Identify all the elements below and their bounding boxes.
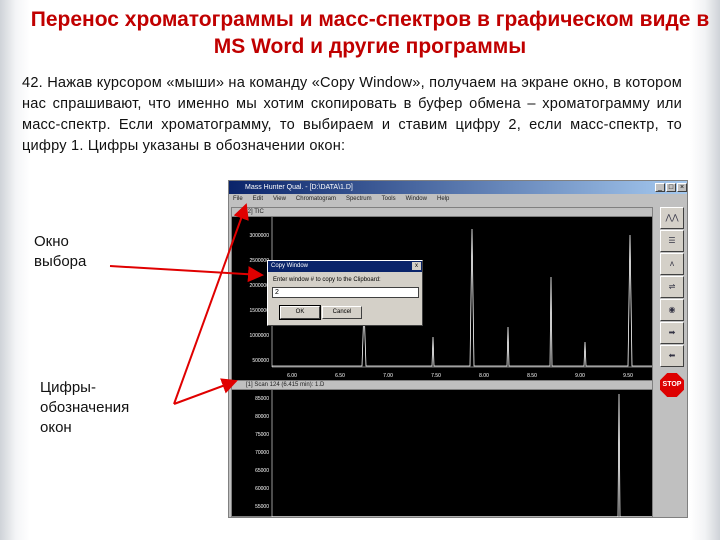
ok-button[interactable]: OK bbox=[279, 305, 321, 320]
chromatogram-x-tick: 7.00 bbox=[383, 373, 393, 379]
menu-chromatogram[interactable]: Chromatogram bbox=[296, 194, 336, 205]
chromatogram-y-tick: 500000 bbox=[252, 358, 269, 364]
slide-title: Перенос хроматограммы и масс-спектров в … bbox=[30, 8, 710, 58]
dialog-title: Copy Window x bbox=[268, 261, 422, 272]
dialog-title-text: Copy Window bbox=[271, 263, 309, 269]
copy-window-dialog: Copy Window x Enter window # to copy to … bbox=[267, 260, 423, 326]
spectrum-y-tick: 80000 bbox=[255, 414, 269, 420]
label-digits-line2: обозначения bbox=[40, 399, 130, 416]
label-window-digits: Цифры- обозначения окон bbox=[40, 378, 129, 438]
spectrum-y-tick: 70000 bbox=[255, 450, 269, 456]
dialog-close-icon[interactable]: x bbox=[412, 262, 421, 270]
chromatogram-window[interactable]: [2] TIC 3000000 2500000 2000000 1500000 1000… bbox=[231, 207, 653, 382]
app-menubar: File Edit View Chromatogram Spectrum Too… bbox=[229, 194, 687, 205]
tool-peak-icon[interactable]: ʌ bbox=[660, 253, 684, 275]
chromatogram-x-tick: 9.50 bbox=[623, 373, 633, 379]
menu-window[interactable]: Window bbox=[406, 194, 427, 205]
menu-spectrum[interactable]: Spectrum bbox=[346, 194, 372, 205]
minimize-icon[interactable]: _ bbox=[655, 183, 665, 192]
maximize-icon[interactable]: □ bbox=[666, 183, 676, 192]
tool-library-icon[interactable]: ◉ bbox=[660, 299, 684, 321]
cancel-button[interactable]: Cancel bbox=[322, 306, 362, 319]
chromatogram-y-tick: 3000000 bbox=[250, 233, 270, 239]
menu-file[interactable]: File bbox=[233, 194, 243, 205]
spectrum-y-tick: 85000 bbox=[255, 396, 269, 402]
chromatogram-x-tick: 9.00 bbox=[575, 373, 585, 379]
spectrum-y-tick: 75000 bbox=[255, 432, 269, 438]
app-window-title: Mass Hunter Qual. - [D:\DATA\1.D] bbox=[245, 184, 353, 191]
tool-prev-icon[interactable]: ⬅ bbox=[660, 345, 684, 367]
spectrum-y-axis: 85000 80000 75000 70000 65000 60000 55000 bbox=[255, 396, 269, 510]
window-number-input[interactable]: 2 bbox=[272, 287, 419, 298]
tool-spectrum-icon[interactable]: ⋀⋀ bbox=[660, 207, 684, 229]
spectrum-plot: 85000 80000 75000 70000 65000 60000 55000 bbox=[255, 390, 652, 517]
spectrum-window-header: [1] Scan 124 (6.415 min): 1.D bbox=[232, 381, 652, 390]
spectrum-window[interactable]: [1] Scan 124 (6.415 min): 1.D 85000 80000… bbox=[231, 380, 653, 517]
spectrum-y-tick: 65000 bbox=[255, 468, 269, 474]
close-icon[interactable]: × bbox=[677, 183, 687, 192]
dialog-prompt: Enter window # to copy to the Clipboard: bbox=[273, 277, 381, 283]
chromatogram-window-header: [2] TIC bbox=[232, 208, 652, 217]
chromatogram-y-tick: 1000000 bbox=[250, 333, 270, 339]
stop-icon[interactable]: STOP bbox=[660, 373, 684, 397]
menu-edit[interactable]: Edit bbox=[253, 194, 263, 205]
menu-tools[interactable]: Tools bbox=[382, 194, 396, 205]
label-window-choice-text: Окно выбора bbox=[34, 233, 87, 270]
chromatogram-x-axis: 6.00 6.50 7.00 7.50 8.00 8.50 9.00 9.50 bbox=[287, 373, 633, 379]
chromatogram-x-tick: 7.50 bbox=[431, 373, 441, 379]
menu-view[interactable]: View bbox=[273, 194, 286, 205]
body-paragraph: 42. Нажав курсором «мыши» на команду «Co… bbox=[22, 75, 682, 154]
spectrum-y-tick: 55000 bbox=[255, 504, 269, 510]
chromatogram-x-tick: 8.00 bbox=[479, 373, 489, 379]
chromatogram-x-tick: 6.50 bbox=[335, 373, 345, 379]
label-digits-line1: Цифры- bbox=[40, 379, 96, 396]
window-controls: _ □ × bbox=[655, 183, 687, 192]
menu-help[interactable]: Help bbox=[437, 194, 449, 205]
spectrum-trace bbox=[272, 393, 652, 517]
tool-compare-icon[interactable]: ⇌ bbox=[660, 276, 684, 298]
spectrum-y-tick: 60000 bbox=[255, 486, 269, 492]
tool-list-icon[interactable]: ☰ bbox=[660, 230, 684, 252]
chromatogram-x-tick: 6.00 bbox=[287, 373, 297, 379]
label-window-choice: Окно выбора bbox=[34, 232, 114, 272]
software-screenshot: Mass Hunter Qual. - [D:\DATA\1.D] _ □ × … bbox=[228, 180, 688, 518]
app-titlebar: Mass Hunter Qual. - [D:\DATA\1.D] _ □ × bbox=[229, 181, 687, 194]
right-toolbar: ⋀⋀ ☰ ʌ ⇌ ◉ ➡ ⬅ STOP bbox=[657, 207, 687, 517]
label-digits-line3: окон bbox=[40, 419, 72, 436]
chromatogram-x-tick: 8.50 bbox=[527, 373, 537, 379]
tool-next-icon[interactable]: ➡ bbox=[660, 322, 684, 344]
